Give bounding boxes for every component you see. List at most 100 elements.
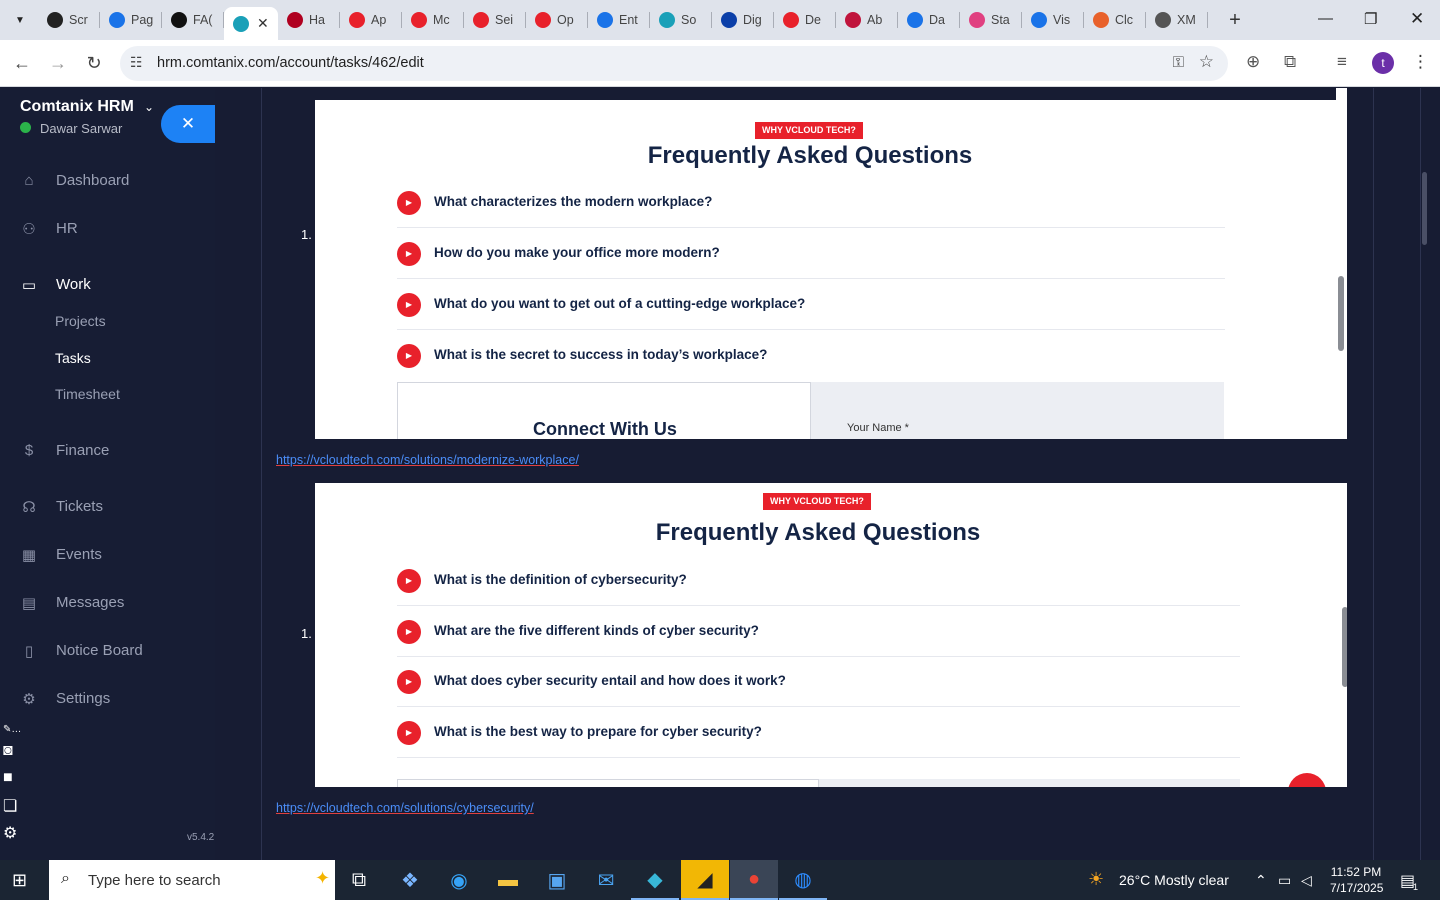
editor-border: [1373, 88, 1374, 860]
faq-item[interactable]: ▶ What is the secret to success in today…: [397, 330, 1225, 381]
task-view-icon[interactable]: ⧉: [335, 860, 383, 900]
solution-link[interactable]: https://vcloudtech.com/solutions/cyberse…: [276, 801, 534, 815]
faq-item[interactable]: ▶ What are the five different kinds of c…: [397, 606, 1240, 657]
windows-taskbar: ⊞ ⌕ Type here to search ✦ ⧉ ❖ ◉ ▬ ▣ ✉ ◆ …: [0, 860, 1440, 900]
restore-icon[interactable]: ❐: [1364, 10, 1377, 28]
forward-icon[interactable]: →: [47, 52, 69, 74]
brand-name[interactable]: Comtanix HRM: [20, 98, 134, 116]
faq-item[interactable]: ▶ What characterizes the modern workplac…: [397, 177, 1225, 228]
browser-tab[interactable]: So: [650, 0, 712, 40]
browser-tab[interactable]: Vis: [1022, 0, 1084, 40]
minimize-icon[interactable]: —: [1318, 10, 1333, 27]
close-sidebar-button[interactable]: ✕: [161, 105, 215, 143]
camera-icon[interactable]: ◙: [3, 742, 13, 760]
inner-scrollbar[interactable]: [1342, 607, 1347, 687]
store-icon[interactable]: ▣: [533, 860, 581, 900]
sidebar-sub-tasks[interactable]: Tasks: [55, 350, 91, 366]
inner-scrollbar[interactable]: [1338, 276, 1344, 351]
taskbar-search[interactable]: ⌕ Type here to search ✦: [49, 860, 335, 900]
volume-icon[interactable]: ◁: [1301, 872, 1312, 889]
browser-tab[interactable]: Ab: [836, 0, 898, 40]
browser-tab[interactable]: Pag: [100, 0, 162, 40]
zoom-icon[interactable]: ◍: [779, 860, 827, 900]
browser-tab[interactable]: Scr: [38, 0, 100, 40]
openai-icon: [171, 12, 187, 28]
faq-item[interactable]: ▶ What is the best way to prepare for cy…: [397, 707, 1240, 758]
task-description-area[interactable]: 1. WHY VCLOUD TECH? Frequently Asked Que…: [215, 88, 1440, 860]
sidebar-sub-timesheet[interactable]: Timesheet: [55, 386, 120, 402]
faq-item[interactable]: ▶ What is the definition of cybersecurit…: [397, 555, 1240, 606]
browser-tab[interactable]: Sei: [464, 0, 526, 40]
sidebar-item-tickets[interactable]: ☊ Tickets: [0, 492, 215, 522]
app-icon[interactable]: ◆: [631, 860, 679, 900]
faq-item[interactable]: ▶ How do you make your office more moder…: [397, 228, 1225, 279]
clock[interactable]: 11:52 PM 7/17/2025: [1330, 864, 1383, 896]
browser-tab[interactable]: Mc: [402, 0, 464, 40]
new-tab-button[interactable]: +: [1224, 9, 1246, 31]
password-key-icon[interactable]: ⚿: [1173, 54, 1184, 71]
browser-tab[interactable]: Clc: [1084, 0, 1146, 40]
chat-bubble-button[interactable]: [1288, 773, 1326, 787]
mail-icon[interactable]: ✉: [582, 860, 630, 900]
comtanix-icon: [233, 15, 249, 32]
tab-title: Ab: [867, 13, 883, 27]
faq-screenshot-1[interactable]: WHY VCLOUD TECH? Frequently Asked Questi…: [315, 88, 1347, 439]
layers-icon[interactable]: ❏: [3, 796, 17, 816]
windows-start-icon[interactable]: ⊞: [12, 870, 27, 891]
close-tab-icon[interactable]: ✕: [257, 15, 269, 32]
faq-item[interactable]: ▶ What do you want to get out of a cutti…: [397, 279, 1225, 330]
browser-tab[interactable]: XM: [1146, 0, 1208, 40]
browser-tab[interactable]: De: [774, 0, 836, 40]
sidebar-item-hr[interactable]: ⚇ HR: [0, 214, 215, 244]
solution-link[interactable]: https://vcloudtech.com/solutions/moderni…: [276, 453, 579, 467]
sidebar-item-settings[interactable]: ⚙ Settings: [0, 684, 215, 714]
network-icon[interactable]: ▭: [1278, 872, 1291, 889]
browser-tab[interactable]: Da: [898, 0, 960, 40]
pen-more-icon[interactable]: ✎…: [3, 724, 21, 735]
browser-tab[interactable]: Op: [526, 0, 588, 40]
sidebar-item-work[interactable]: ▭ Work: [0, 270, 215, 300]
browser-tab[interactable]: Ha: [278, 0, 340, 40]
weather-text[interactable]: 26°C Mostly clear: [1119, 872, 1229, 888]
translate-icon[interactable]: ⊕: [1246, 52, 1260, 72]
sticky-notes-icon[interactable]: ◢: [681, 860, 729, 900]
file-explorer-icon[interactable]: ▬: [484, 860, 532, 900]
why-badge: WHY VCLOUD TECH?: [763, 493, 871, 510]
reload-icon[interactable]: ↻: [83, 52, 105, 74]
weather-icon[interactable]: ☀: [1088, 869, 1104, 890]
close-window-icon[interactable]: ✕: [1410, 9, 1424, 29]
extensions-icon[interactable]: ⧉: [1284, 52, 1296, 72]
chevron-up-icon[interactable]: ⌃: [1255, 872, 1267, 889]
site-info-icon[interactable]: ☷: [130, 54, 143, 71]
edge-icon[interactable]: ◉: [435, 860, 483, 900]
faq-item[interactable]: ▶ What does cyber security entail and ho…: [397, 656, 1240, 707]
page-scrollbar[interactable]: [1422, 172, 1427, 245]
tool-settings-icon[interactable]: ⚙: [3, 823, 17, 843]
profile-avatar[interactable]: t: [1372, 52, 1394, 74]
browser-tab-bar: ▼ Scr Pag FA( ✕ Ha Ap Mc Sei Op Ent So Dig De Ab Da Sta…: [0, 0, 1440, 40]
chevron-down-icon[interactable]: ⌄: [144, 100, 154, 114]
media-control-icon[interactable]: ≡: [1337, 52, 1347, 72]
omnibox[interactable]: ☷ hrm.comtanix.com/account/tasks/462/edi…: [120, 46, 1228, 81]
tab-search-button[interactable]: ▼: [8, 8, 32, 32]
faq-screenshot-2[interactable]: WHY VCLOUD TECH? Frequently Asked Questi…: [315, 483, 1347, 787]
sidebar-item-notice-board[interactable]: ▯ Notice Board: [0, 636, 215, 666]
chrome-icon[interactable]: ●: [730, 860, 778, 900]
browser-tab[interactable]: Ap: [340, 0, 402, 40]
sidebar-item-events[interactable]: ▦ Events: [0, 540, 215, 570]
browser-tab[interactable]: Sta: [960, 0, 1022, 40]
sidebar-item-dashboard[interactable]: ⌂ Dashboard: [0, 166, 215, 196]
browser-menu-icon[interactable]: ⋮: [1412, 52, 1429, 72]
browser-tab[interactable]: FA(: [162, 0, 224, 40]
sidebar-item-finance[interactable]: $ Finance: [0, 436, 215, 466]
sidebar-item-messages[interactable]: ▤ Messages: [0, 588, 215, 618]
browser-tab[interactable]: Dig: [712, 0, 774, 40]
copilot-icon[interactable]: ❖: [386, 860, 434, 900]
bookmark-star-icon[interactable]: ☆: [1199, 52, 1214, 72]
back-icon[interactable]: ←: [11, 52, 33, 74]
sidebar-sub-projects[interactable]: Projects: [55, 313, 106, 329]
url-text[interactable]: hrm.comtanix.com/account/tasks/462/edit: [157, 55, 424, 71]
video-icon[interactable]: ■: [3, 769, 13, 787]
browser-tab[interactable]: ✕: [224, 7, 278, 40]
browser-tab[interactable]: Ent: [588, 0, 650, 40]
